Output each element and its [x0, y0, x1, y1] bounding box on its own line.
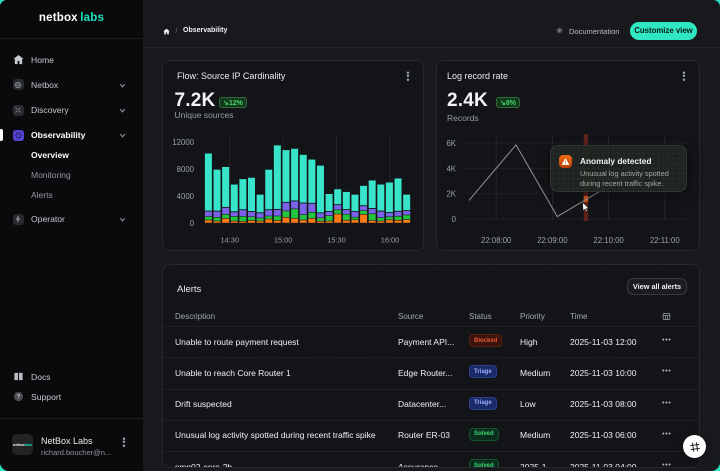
- svg-text:2K: 2K: [446, 190, 456, 199]
- svg-text:15:30: 15:30: [327, 236, 346, 245]
- svg-text:4000: 4000: [177, 192, 195, 201]
- svg-text:16:00: 16:00: [381, 236, 400, 245]
- svg-text:?: ?: [17, 395, 21, 401]
- svg-text:22:08:00: 22:08:00: [481, 236, 512, 245]
- svg-text:4K: 4K: [446, 165, 456, 174]
- svg-text:0: 0: [452, 215, 457, 224]
- svg-text:8000: 8000: [177, 165, 195, 174]
- svg-text:14:30: 14:30: [220, 236, 239, 245]
- svg-text:6K: 6K: [446, 139, 456, 148]
- svg-text:15:00: 15:00: [274, 236, 293, 245]
- svg-text:0: 0: [190, 219, 195, 228]
- svg-text:12000: 12000: [172, 138, 194, 147]
- svg-text:22:11:00: 22:11:00: [650, 236, 680, 245]
- svg-text:22:10:00: 22:10:00: [593, 236, 624, 245]
- svg-text:22:09:00: 22:09:00: [537, 236, 568, 245]
